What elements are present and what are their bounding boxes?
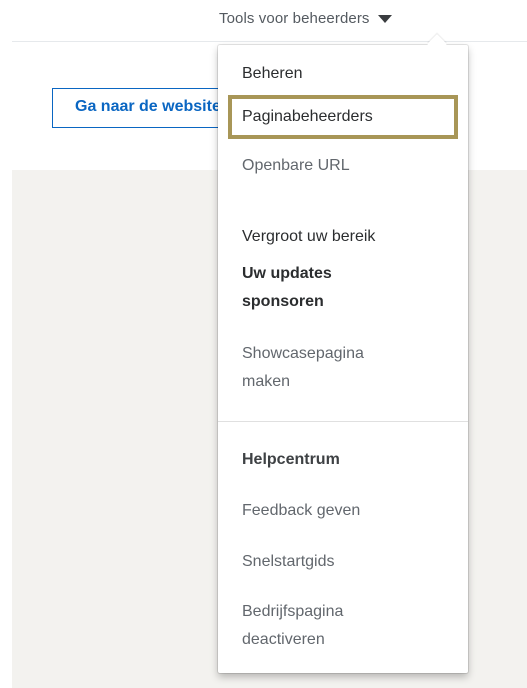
header-divider <box>12 41 527 42</box>
menu-item-updates-line2: sponsoren <box>242 293 324 310</box>
menu-item-helpcentrum[interactable]: Helpcentrum <box>242 446 448 474</box>
menu-item-updates-sponsoren[interactable]: Uw updates sponsoren <box>242 260 448 316</box>
menu-pointer-arrow <box>427 34 447 54</box>
menu-item-snelstartgids[interactable]: Snelstartgids <box>242 548 448 576</box>
tools-for-admins-dropdown[interactable]: Tools voor beheerders <box>219 10 392 27</box>
admin-tools-menu: Beheren Paginabeheerders Openbare URL Ve… <box>218 34 468 673</box>
menu-item-paginabeheerders-label: Paginabeheerders <box>242 108 373 125</box>
menu-item-showcasepagina[interactable]: Showcasepagina maken <box>242 340 448 396</box>
menu-heading-beheren: Beheren <box>242 65 303 82</box>
caret-down-icon <box>377 15 392 23</box>
menu-item-updates-line1: Uw updates <box>242 265 332 282</box>
tools-for-admins-label: Tools voor beheerders <box>219 10 370 27</box>
menu-divider <box>218 421 468 422</box>
menu-item-showcase-line2: maken <box>242 373 291 390</box>
menu-item-paginabeheerders[interactable]: Paginabeheerders <box>228 95 458 139</box>
menu-item-deactiveren-line1: Bedrijfspagina <box>242 603 344 620</box>
menu-item-deactiveren[interactable]: Bedrijfspagina deactiveren <box>242 598 448 654</box>
menu-item-feedback[interactable]: Feedback geven <box>242 497 448 525</box>
menu-item-showcase-line1: Showcasepagina <box>242 345 364 362</box>
page: Tools voor beheerders Ga naar de website… <box>0 0 527 688</box>
go-to-website-label: Ga naar de website <box>75 98 221 115</box>
menu-item-openbare-url[interactable]: Openbare URL <box>242 152 448 180</box>
menu-item-deactiveren-line2: deactiveren <box>242 631 325 648</box>
menu-heading-vergroot-bereik: Vergroot uw bereik <box>242 228 376 245</box>
